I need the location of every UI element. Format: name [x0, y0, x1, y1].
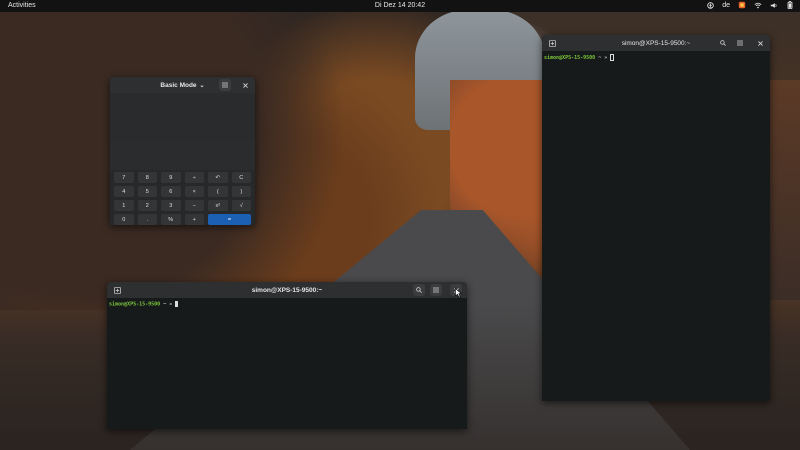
prompt-path: ~ »	[160, 301, 176, 308]
key-subtract[interactable]: −	[184, 200, 204, 211]
text-cursor	[175, 301, 179, 307]
chevron-down-icon: ⌄	[199, 82, 205, 89]
new-tab-icon	[548, 39, 556, 47]
top-bar: Activities Di Dez 14 20:42 de	[0, 0, 800, 12]
search-icon	[416, 287, 422, 293]
search-button[interactable]	[413, 284, 425, 296]
terminal-titlebar[interactable]: simon@XPS-15-9500:~	[542, 35, 770, 51]
mode-label: Basic Mode	[160, 81, 197, 89]
wifi-icon[interactable]	[754, 1, 762, 9]
key-close-paren[interactable]: )	[231, 186, 251, 197]
calculator-window: Basic Mode ⌄ 7 8 9 ÷ ↶ C 4 5 6 × ( ) 1 2…	[110, 77, 255, 225]
close-icon	[757, 40, 763, 46]
accessibility-icon[interactable]	[706, 1, 714, 9]
menu-button[interactable]	[734, 37, 746, 49]
key-7[interactable]: 7	[114, 172, 134, 183]
key-clear[interactable]: C	[231, 172, 251, 183]
key-percent[interactable]: %	[161, 214, 181, 225]
hamburger-icon	[222, 82, 228, 88]
key-sqrt[interactable]: √	[231, 200, 251, 211]
menu-button[interactable]	[430, 284, 442, 296]
calculator-keypad: 7 8 9 ÷ ↶ C 4 5 6 × ( ) 1 2 3 − x² √ 0 .…	[110, 170, 255, 225]
key-square[interactable]: x²	[208, 200, 228, 211]
close-button[interactable]	[754, 37, 766, 49]
key-4[interactable]: 4	[114, 186, 134, 197]
prompt-user: simon@XPS-15-9500	[544, 55, 596, 61]
key-decimal[interactable]: .	[137, 214, 157, 225]
key-5[interactable]: 5	[137, 186, 157, 197]
close-icon	[242, 82, 248, 88]
battery-icon[interactable]	[786, 1, 794, 9]
prompt-path: ~ »	[595, 55, 611, 61]
new-tab-button[interactable]	[111, 284, 123, 296]
key-equals[interactable]: =	[208, 214, 251, 225]
key-6[interactable]: 6	[161, 186, 181, 197]
key-divide[interactable]: ÷	[184, 172, 204, 183]
search-button[interactable]	[717, 37, 729, 49]
mode-selector[interactable]: Basic Mode ⌄	[160, 82, 204, 89]
key-undo[interactable]: ↶	[208, 172, 228, 183]
menu-button[interactable]	[219, 79, 231, 91]
mouse-pointer-icon	[455, 288, 462, 298]
window-title: simon@XPS-15-9500:~	[251, 286, 323, 294]
key-2[interactable]: 2	[137, 200, 157, 211]
key-8[interactable]: 8	[137, 172, 157, 183]
hamburger-icon	[737, 40, 743, 46]
prompt-user: simon@XPS-15-9500	[109, 301, 161, 308]
shell-prompt: simon@XPS-15-9500 ~ »	[107, 298, 467, 311]
terminal-window-main: simon@XPS-15-9500:~ simon@XPS-15-9500 ~ …	[107, 282, 467, 429]
window-title: simon@XPS-15-9500:~	[621, 39, 691, 47]
terminal-output[interactable]: simon@XPS-15-9500 ~ »	[107, 298, 467, 429]
terminal-titlebar[interactable]: simon@XPS-15-9500:~	[107, 282, 467, 298]
key-3[interactable]: 3	[161, 200, 181, 211]
shell-prompt: simon@XPS-15-9500 ~ »	[542, 51, 770, 64]
calculator-history	[110, 140, 255, 170]
firefox-icon[interactable]	[738, 1, 746, 9]
key-9[interactable]: 9	[161, 172, 181, 183]
key-open-paren[interactable]: (	[208, 186, 228, 197]
new-tab-button[interactable]	[546, 37, 558, 49]
calculator-titlebar[interactable]: Basic Mode ⌄	[110, 77, 255, 93]
terminal-window-right: simon@XPS-15-9500:~ simon@XPS-15-9500 ~ …	[542, 35, 770, 401]
calculator-display[interactable]	[110, 93, 255, 141]
key-multiply[interactable]: ×	[184, 186, 204, 197]
search-icon	[720, 40, 726, 46]
system-tray[interactable]: de	[706, 1, 794, 9]
key-add[interactable]: +	[184, 214, 204, 225]
keyboard-layout-indicator[interactable]: de	[722, 2, 730, 9]
volume-icon[interactable]	[770, 1, 778, 9]
terminal-output[interactable]: simon@XPS-15-9500 ~ »	[542, 51, 770, 401]
key-0[interactable]: 0	[114, 214, 134, 225]
activities-button[interactable]: Activities	[8, 2, 36, 9]
close-button[interactable]	[239, 79, 251, 91]
new-tab-icon	[113, 286, 121, 294]
clock[interactable]: Di Dez 14 20:42	[375, 2, 425, 9]
key-1[interactable]: 1	[114, 200, 134, 211]
hamburger-icon	[433, 287, 439, 293]
text-cursor	[610, 54, 615, 61]
